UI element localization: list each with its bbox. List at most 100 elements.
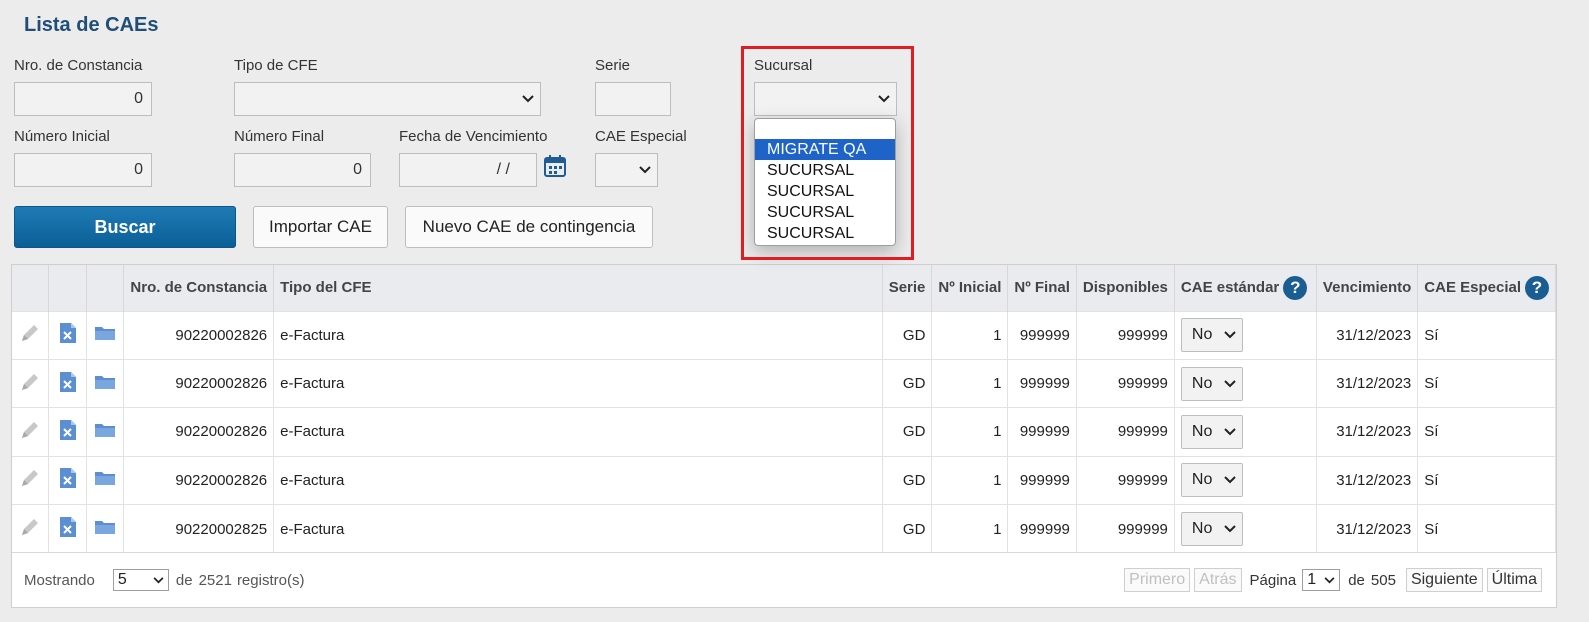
cae-estandar-select[interactable]: No — [1180, 318, 1243, 353]
header-delete — [48, 265, 88, 311]
pencil-icon[interactable] — [19, 325, 41, 348]
serie-cell: GD — [882, 504, 933, 553]
pagina-label: Página — [1249, 571, 1297, 589]
cae-estandar-value: No — [1191, 326, 1213, 344]
page-size-value: 5 — [117, 571, 127, 588]
calendar-icon[interactable] — [544, 155, 566, 182]
de-label: de — [175, 571, 193, 589]
header-numero-final: Nº Final — [1007, 265, 1077, 311]
table-row: 90220002826 e-Factura GD 1 999999 999999 No 31/… — [12, 358, 1556, 408]
cae-especial-cell: Sí — [1417, 358, 1556, 408]
numero-inicial-cell: 1 — [931, 455, 1009, 505]
cae-especial-cell: Sí — [1417, 455, 1556, 505]
header-nro-constancia: Nro. de Constancia — [123, 265, 275, 311]
registros-label: registro(s) — [236, 571, 305, 589]
cae-estandar-cell: No — [1174, 407, 1317, 457]
nro-constancia-label: Nro. de Constancia — [14, 57, 143, 74]
cae-estandar-select[interactable]: No — [1180, 414, 1243, 449]
atras-button[interactable]: Atrás — [1194, 568, 1242, 592]
excel-delete-icon[interactable] — [59, 468, 77, 493]
folder-cell — [86, 310, 125, 360]
total-records: 2521 — [198, 571, 232, 589]
chevron-down-icon — [1324, 571, 1335, 589]
table-row: 90220002826 e-Factura GD 1 999999 999999 No 31/… — [12, 407, 1556, 457]
vencimiento-cell: 31/12/2023 — [1316, 407, 1419, 457]
cae-estandar-select[interactable]: No — [1180, 463, 1243, 498]
edit-cell — [12, 504, 50, 553]
cae-estandar-cell: No — [1174, 504, 1317, 553]
header-tipo-cfe: Tipo del CFE — [273, 265, 883, 311]
folder-icon[interactable] — [94, 375, 116, 395]
cae-estandar-select[interactable]: No — [1180, 512, 1243, 546]
folder-icon[interactable] — [94, 423, 116, 443]
folder-icon[interactable] — [94, 521, 116, 540]
header-vencimiento: Vencimiento — [1316, 265, 1419, 311]
cae-estandar-cell: No — [1174, 310, 1317, 360]
numero-inicial-input[interactable]: 0 — [14, 153, 152, 187]
numero-final-cell: 999999 — [1007, 504, 1077, 553]
importar-cae-button[interactable]: Importar CAE — [253, 206, 388, 248]
cae-estandar-value: No — [1191, 471, 1213, 489]
cae-estandar-cell: No — [1174, 455, 1317, 505]
highlight-box — [741, 46, 914, 260]
nro-constancia-cell: 90220002825 — [123, 504, 275, 553]
numero-final-input[interactable]: 0 — [234, 153, 371, 187]
cae-especial-label: CAE Especial — [595, 128, 687, 145]
delete-cell — [48, 455, 88, 505]
header-cae-estandar: CAE estándar? — [1174, 265, 1317, 311]
serie-input[interactable] — [595, 82, 671, 116]
serie-cell: GD — [882, 455, 933, 505]
edit-cell — [12, 407, 50, 457]
cae-estandar-value: No — [1191, 520, 1213, 537]
folder-cell — [86, 358, 125, 408]
excel-delete-icon[interactable] — [59, 371, 77, 397]
pencil-icon[interactable] — [19, 519, 41, 542]
numero-inicial-cell: 1 — [931, 310, 1009, 360]
serie-cell: GD — [882, 310, 933, 360]
tipo-cfe-select[interactable] — [234, 82, 541, 116]
help-icon[interactable]: ? — [1525, 275, 1549, 300]
pencil-icon[interactable] — [19, 470, 41, 493]
folder-icon[interactable] — [94, 472, 116, 491]
excel-delete-icon[interactable] — [59, 323, 77, 348]
tipo-cfe-cell: e-Factura — [273, 504, 883, 553]
nuevo-cae-contingencia-button[interactable]: Nuevo CAE de contingencia — [405, 206, 653, 248]
siguiente-button[interactable]: Siguiente — [1405, 568, 1483, 592]
nro-constancia-input[interactable]: 0 — [14, 82, 152, 116]
delete-cell — [48, 358, 88, 408]
cae-especial-cell: Sí — [1417, 310, 1556, 360]
fecha-vencimiento-input[interactable]: / / — [399, 153, 537, 187]
folder-icon[interactable] — [94, 327, 116, 346]
delete-cell — [48, 407, 88, 457]
numero-inicial-cell: 1 — [931, 504, 1009, 553]
chevron-down-icon — [1224, 375, 1236, 393]
primero-button[interactable]: Primero — [1124, 568, 1191, 592]
cae-estandar-select[interactable]: No — [1180, 366, 1243, 401]
pencil-icon[interactable] — [19, 421, 41, 445]
de-pages-label: de — [1348, 571, 1365, 589]
tipo-cfe-cell: e-Factura — [273, 455, 883, 505]
fecha-vencimiento-label: Fecha de Vencimiento — [399, 128, 548, 145]
ultima-button[interactable]: Última — [1486, 568, 1542, 592]
help-icon[interactable]: ? — [1283, 275, 1308, 300]
excel-delete-icon[interactable] — [59, 419, 77, 445]
table-row: 90220002826 e-Factura GD 1 999999 999999 No 31/… — [12, 310, 1556, 360]
cae-estandar-value: No — [1191, 374, 1213, 392]
excel-delete-icon[interactable] — [59, 517, 77, 542]
numero-inicial-cell: 1 — [931, 358, 1009, 408]
page-value: 1 — [1307, 571, 1317, 588]
mostrando-label: Mostrando — [24, 571, 95, 589]
cae-table: Nro. de Constancia Tipo del CFE Serie Nº… — [11, 264, 1557, 608]
page-size-select[interactable]: 5 — [112, 569, 169, 591]
table-row: 90220002825 e-Factura GD 1 999999 999999 No 31/… — [12, 504, 1556, 553]
header-edit — [12, 265, 50, 311]
table-body: 90220002826 e-Factura GD 1 999999 999999 No 31/… — [12, 310, 1556, 553]
serie-cell: GD — [882, 358, 933, 408]
pencil-icon[interactable] — [19, 373, 41, 397]
page-select[interactable]: 1 — [1302, 569, 1341, 591]
tipo-cfe-label: Tipo de CFE — [234, 57, 318, 74]
numero-final-cell: 999999 — [1007, 358, 1077, 408]
cae-especial-select[interactable] — [595, 153, 658, 187]
nro-constancia-cell: 90220002826 — [123, 310, 275, 360]
buscar-button[interactable]: Buscar — [14, 206, 236, 248]
